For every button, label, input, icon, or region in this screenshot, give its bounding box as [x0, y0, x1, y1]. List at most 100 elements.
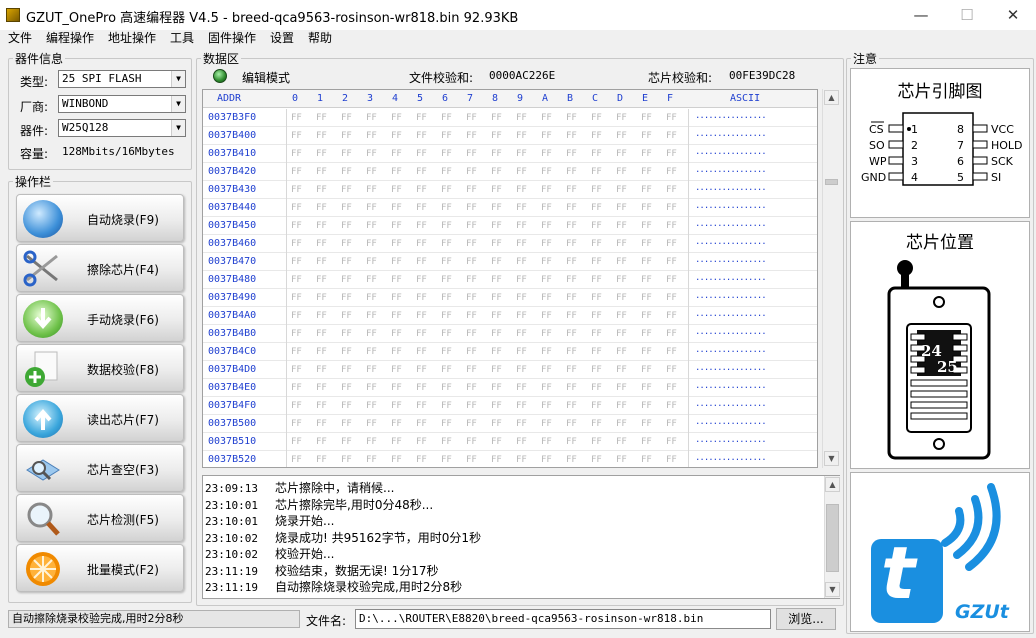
hex-byte-cell[interactable]: FF — [441, 379, 452, 397]
hex-byte-cell[interactable]: FF — [366, 379, 377, 397]
hex-byte-cell[interactable]: FF — [416, 127, 427, 145]
hex-byte-cell[interactable]: FF — [366, 217, 377, 235]
hex-byte-cell[interactable]: FF — [666, 217, 677, 235]
hex-ascii-cell[interactable]: ................ — [688, 415, 817, 433]
hex-byte-cell[interactable]: FF — [591, 379, 602, 397]
hex-byte-cell[interactable]: FF — [466, 127, 477, 145]
hex-byte-cell[interactable]: FF — [291, 433, 302, 451]
hex-byte-cell[interactable]: FF — [616, 343, 627, 361]
hex-byte-cell[interactable]: FF — [541, 217, 552, 235]
scroll-down-icon[interactable]: ▼ — [825, 582, 840, 597]
hex-byte-cell[interactable]: FF — [541, 343, 552, 361]
hex-byte-cell[interactable]: FF — [391, 163, 402, 181]
hex-byte-cell[interactable]: FF — [441, 145, 452, 163]
hex-ascii-cell[interactable]: ................ — [688, 379, 817, 397]
hex-byte-cell[interactable]: FF — [491, 343, 502, 361]
hex-ascii-cell[interactable]: ................ — [688, 199, 817, 217]
hex-row[interactable]: 0037B440 FF FF FF FF FF FF FF FF FF FF FF FF FF FF FF FF… — [203, 199, 817, 217]
hex-byte-cell[interactable]: FF — [441, 127, 452, 145]
hex-byte-cell[interactable]: FF — [516, 181, 527, 199]
hex-byte-cell[interactable]: FF — [441, 109, 452, 127]
log-scroll-thumb[interactable] — [826, 504, 839, 572]
hex-byte-cell[interactable]: FF — [441, 343, 452, 361]
hex-byte-cell[interactable]: FF — [591, 361, 602, 379]
hex-byte-cell[interactable]: FF — [441, 271, 452, 289]
hex-byte-cell[interactable]: FF — [566, 343, 577, 361]
hex-byte-cell[interactable]: FF — [641, 379, 652, 397]
hex-byte-cell[interactable]: FF — [466, 379, 477, 397]
hex-byte-cell[interactable]: FF — [566, 145, 577, 163]
hex-byte-cell[interactable]: FF — [416, 109, 427, 127]
hex-byte-cell[interactable]: FF — [366, 451, 377, 467]
menu-tools[interactable]: 工具 — [170, 30, 194, 46]
hex-byte-cell[interactable]: FF — [341, 415, 352, 433]
hex-byte-cell[interactable]: FF — [466, 433, 477, 451]
hex-byte-cell[interactable]: FF — [441, 253, 452, 271]
hex-byte-cell[interactable]: FF — [291, 451, 302, 467]
hex-byte-cell[interactable]: FF — [466, 109, 477, 127]
type-select[interactable]: 25 SPI FLASH ▼ — [58, 70, 186, 88]
hex-byte-cell[interactable]: FF — [641, 145, 652, 163]
hex-row[interactable]: 0037B4F0 FF FF FF FF FF FF FF FF FF FF FF FF FF FF FF FF… — [203, 397, 817, 415]
hex-byte-cell[interactable]: FF — [366, 397, 377, 415]
hex-byte-cell[interactable]: FF — [566, 127, 577, 145]
hex-byte-cell[interactable]: FF — [291, 145, 302, 163]
hex-byte-cell[interactable]: FF — [416, 415, 427, 433]
hex-byte-cell[interactable]: FF — [591, 181, 602, 199]
hex-byte-cell[interactable]: FF — [341, 451, 352, 467]
hex-byte-cell[interactable]: FF — [641, 253, 652, 271]
hex-byte-cell[interactable]: FF — [416, 433, 427, 451]
hex-byte-cell[interactable]: FF — [316, 217, 327, 235]
hex-byte-cell[interactable]: FF — [366, 415, 377, 433]
hex-byte-cell[interactable]: FF — [316, 361, 327, 379]
hex-byte-cell[interactable]: FF — [491, 271, 502, 289]
hex-byte-cell[interactable]: FF — [441, 325, 452, 343]
hex-byte-cell[interactable]: FF — [416, 361, 427, 379]
verify-data-button[interactable]: 数据校验(F8) — [16, 344, 184, 392]
hex-row[interactable]: 0037B3F0 FF FF FF FF FF FF FF FF FF FF FF FF FF FF FF FF… — [203, 109, 817, 127]
hex-byte-cell[interactable]: FF — [391, 289, 402, 307]
hex-byte-cell[interactable]: FF — [516, 235, 527, 253]
hex-byte-cell[interactable]: FF — [441, 307, 452, 325]
hex-byte-cell[interactable]: FF — [491, 235, 502, 253]
hex-byte-cell[interactable]: FF — [591, 433, 602, 451]
hex-byte-cell[interactable]: FF — [616, 289, 627, 307]
hex-byte-cell[interactable]: FF — [416, 271, 427, 289]
hex-byte-cell[interactable]: FF — [291, 127, 302, 145]
hex-byte-cell[interactable]: FF — [566, 361, 577, 379]
hex-byte-cell[interactable]: FF — [566, 235, 577, 253]
hex-byte-cell[interactable]: FF — [316, 433, 327, 451]
hex-byte-cell[interactable]: FF — [391, 127, 402, 145]
hex-byte-cell[interactable]: FF — [641, 307, 652, 325]
hex-byte-cell[interactable]: FF — [416, 199, 427, 217]
hex-byte-cell[interactable]: FF — [516, 217, 527, 235]
hex-byte-cell[interactable]: FF — [366, 271, 377, 289]
hex-byte-cell[interactable]: FF — [591, 145, 602, 163]
maximize-button[interactable]: ☐ — [944, 0, 990, 30]
hex-row[interactable]: 0037B410 FF FF FF FF FF FF FF FF FF FF FF FF FF FF FF FF… — [203, 145, 817, 163]
hex-byte-cell[interactable]: FF — [641, 451, 652, 467]
hex-byte-cell[interactable]: FF — [366, 145, 377, 163]
hex-byte-cell[interactable]: FF — [566, 163, 577, 181]
hex-byte-cell[interactable]: FF — [641, 415, 652, 433]
hex-byte-cell[interactable]: FF — [641, 217, 652, 235]
hex-byte-cell[interactable]: FF — [666, 271, 677, 289]
hex-byte-cell[interactable]: FF — [341, 397, 352, 415]
hex-byte-cell[interactable]: FF — [666, 289, 677, 307]
auto-program-button[interactable]: 自动烧录(F9) — [16, 194, 184, 242]
hex-byte-cell[interactable]: FF — [466, 415, 477, 433]
hex-ascii-cell[interactable]: ................ — [688, 343, 817, 361]
read-chip-button[interactable]: 读出芯片(F7) — [16, 394, 184, 442]
menu-address[interactable]: 地址操作 — [108, 30, 156, 46]
hex-byte-cell[interactable]: FF — [516, 325, 527, 343]
hex-byte-cell[interactable]: FF — [541, 199, 552, 217]
hex-byte-cell[interactable]: FF — [341, 361, 352, 379]
hex-byte-cell[interactable]: FF — [641, 271, 652, 289]
filename-field[interactable]: D:\...\ROUTER\E8820\breed-qca9563-rosins… — [355, 609, 771, 629]
hex-byte-cell[interactable]: FF — [341, 289, 352, 307]
hex-byte-cell[interactable]: FF — [666, 433, 677, 451]
hex-row[interactable]: 0037B460 FF FF FF FF FF FF FF FF FF FF FF FF FF FF FF FF… — [203, 235, 817, 253]
hex-byte-cell[interactable]: FF — [391, 343, 402, 361]
hex-byte-cell[interactable]: FF — [666, 253, 677, 271]
hex-byte-cell[interactable]: FF — [466, 307, 477, 325]
